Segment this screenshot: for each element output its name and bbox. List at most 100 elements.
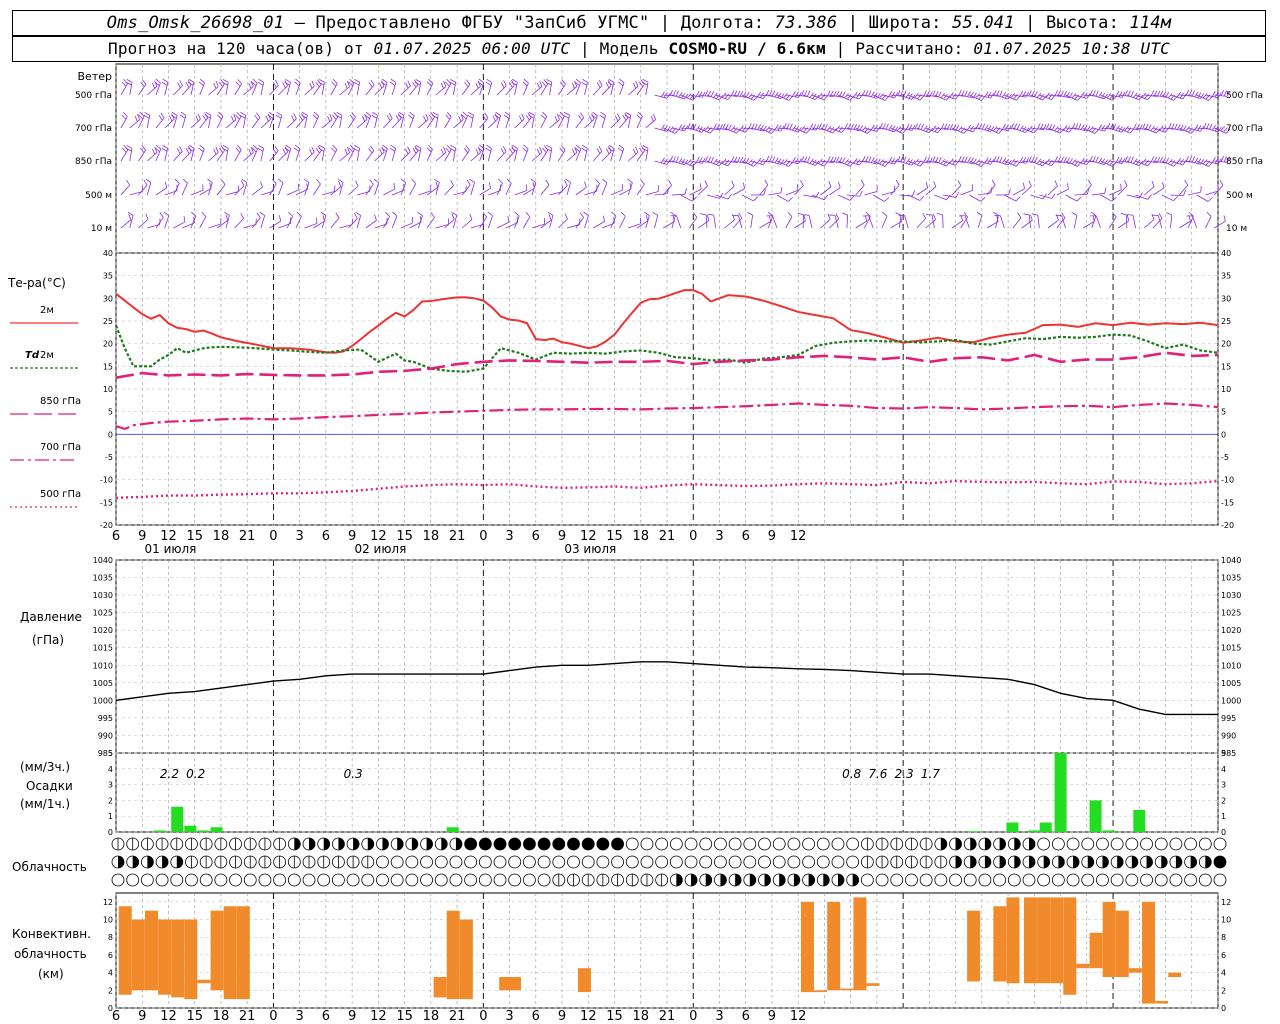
wind-barb [978,192,992,196]
wind-barb-feather [162,144,168,149]
cloud-symbol [420,873,433,887]
wind-barb [339,86,350,96]
wind-barb-feather [434,178,440,183]
cloud-fill [749,874,756,886]
wind-barb-feather [1098,124,1103,130]
wind-barb-feather [427,144,433,150]
wind-barb [601,85,612,96]
conv-title-1: Конвективн. [12,927,91,941]
wind-barb-feather [257,81,264,86]
cloud-symbol [537,873,551,887]
wind-barb [540,116,548,129]
wind-barb-feather [379,148,383,155]
cloud-fill [367,838,374,850]
wind-barb-feather [589,115,593,122]
cloud-fill [479,838,492,850]
wind-barb-feather [582,78,588,83]
cloud-symbol [816,837,830,851]
cloud-symbol [1213,873,1227,887]
x-tick-label: 0 [689,529,697,544]
wind-barb [1004,194,1017,202]
wind-barb-feather [385,211,390,217]
wind-barb-feather [622,115,627,121]
wind-barb-feather [398,111,405,116]
wind-barb-feather [1165,91,1170,98]
wind-barb [479,187,491,196]
y-tick-label: 4 [1221,765,1226,774]
wind-barb [724,219,735,229]
wind-barb-feather [332,144,338,150]
cloud-fill [596,838,609,850]
wind-barb [1091,193,1105,196]
precip-title: Осадки [26,779,73,793]
wind-barb-feather [370,79,375,86]
cloud-fill [426,838,433,850]
wind-barb-feather [462,111,468,117]
x-tick-label: 18 [632,529,649,544]
y-tick-label: 2 [108,986,113,995]
wind-barb-feather [122,111,128,117]
wind-barb-feather [145,178,152,183]
cloud-symbol [449,855,463,869]
wind-barb-feather [1098,91,1103,98]
cloud-symbol [1096,873,1109,887]
wind-barb-feather [425,113,429,120]
cloud-fill [552,838,565,850]
wind-barb-feather [903,90,907,97]
wind-barb-feather [964,156,968,163]
wind-barb-feather [282,82,286,89]
wind-barb-feather [602,215,605,222]
wind-barb [374,151,385,162]
wind-barb-feather [285,144,291,149]
wind-barb [628,152,639,162]
wind-barb [522,216,531,229]
wind-barb [251,117,261,129]
wind-barb-feather [672,90,676,97]
wind-barb [904,215,909,229]
wind-barb [181,151,192,162]
wind-barb-feather [202,114,207,121]
wind-barb-feather [911,190,916,197]
wind-barb-feather [1034,91,1038,97]
wind-barb-feather [772,156,776,163]
y-tick-label: 1010 [1221,661,1241,670]
wind-barb-feather [466,179,471,186]
wind-barb [522,117,532,129]
wind-barb-feather [176,148,181,154]
precip-unit-3h: (мм/3ч.) [20,760,70,774]
y-tick-label: 0 [1221,1004,1226,1013]
wind-barb-feather [1025,91,1030,98]
wind-barb-feather [389,81,396,86]
cloud-symbol [1081,873,1095,887]
wind-barb-feather [895,179,900,186]
cloud-symbol [743,855,757,869]
wind-barb-feather [1165,157,1169,164]
wind-barb-feather [152,148,156,155]
precip-bar [1039,822,1052,832]
wind-barb-feather [596,82,601,88]
wind-barb [951,185,962,196]
cloud-symbol [787,837,801,851]
wind-barb-feather [302,111,308,116]
wind-level-label: 10 м [91,224,112,234]
wind-barb [697,185,708,196]
cloud-fill [397,838,404,850]
wind-barb-feather [180,114,186,119]
wind-barb [365,220,377,229]
y-tick-label: -5 [105,453,113,462]
meteogram: 2.2 0.2 0.3 0.8 7.6 2.3 1.7 40 4035 3530 3025 2520… [7,63,1263,1024]
cloud-symbol [1022,873,1036,887]
wind-barb [313,183,321,196]
wind-barb [138,218,149,229]
y-tick-label: 12 [103,898,113,907]
wind-barb-feather [151,82,156,89]
y-tick-label: 995 [98,714,113,723]
cloud-symbol [523,855,536,869]
wind-barb-feather [546,145,553,149]
cloud-symbol [449,873,463,887]
cloud-symbol [229,873,242,887]
wind-barb-feather [506,178,512,184]
y-tick-label: 4 [108,765,113,774]
wind-barb-feather [632,148,637,155]
cloud-symbol [1198,873,1212,887]
